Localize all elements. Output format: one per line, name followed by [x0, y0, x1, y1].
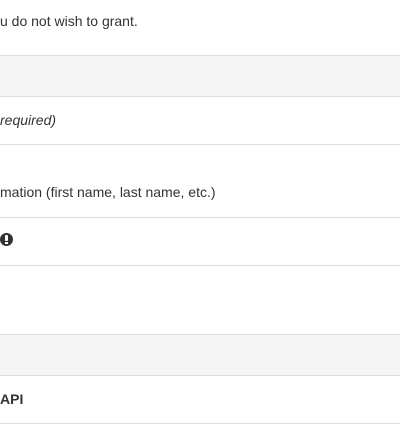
- section-header-api: [0, 334, 400, 376]
- permission-label-api: API: [0, 391, 24, 407]
- permission-row-empty: [0, 265, 400, 314]
- exclamation-circle-icon[interactable]: [0, 233, 13, 246]
- permission-label-personal-info: mation (first name, last name, etc.): [0, 184, 216, 200]
- permission-row-api: API: [0, 375, 400, 424]
- permission-row-required: required): [0, 96, 400, 145]
- section-header-permissions: [0, 55, 400, 97]
- permission-row-warning: [0, 217, 400, 266]
- permission-row-personal-info: mation (first name, last name, etc.): [0, 144, 400, 218]
- permission-label-required: required): [0, 112, 57, 128]
- table-bottom-border: [0, 423, 400, 431]
- intro-text: u do not wish to grant.: [0, 13, 138, 29]
- permissions-panel: u do not wish to grant. required) mation…: [0, 0, 400, 431]
